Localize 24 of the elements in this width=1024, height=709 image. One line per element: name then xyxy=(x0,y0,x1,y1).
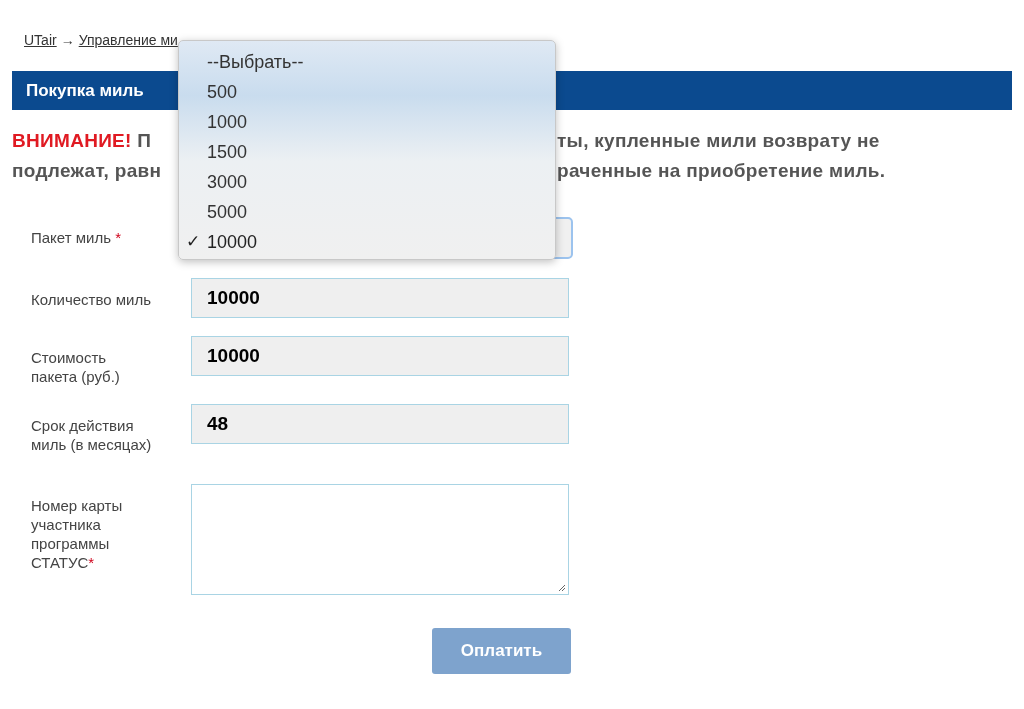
readonly-field[interactable]: 10000 xyxy=(191,278,569,318)
breadcrumb-separator: → xyxy=(60,30,75,50)
readonly-field[interactable]: 48 xyxy=(191,404,569,444)
warning-text: раченные на приобретение миль. xyxy=(557,159,886,183)
dropdown-option[interactable]: 5000 xyxy=(179,197,555,227)
dropdown-option[interactable]: 1000 xyxy=(179,107,555,137)
field-label: Количество миль xyxy=(31,290,152,310)
dropdown-option[interactable]: 500 xyxy=(179,77,555,107)
dropdown-option[interactable]: ✓ 10000 xyxy=(179,227,555,257)
warning-text: ты, купленные мили возврату не xyxy=(557,129,880,153)
field-label: Пакет миль * xyxy=(31,227,122,248)
warning-text: ВНИМАНИЕ! П xyxy=(12,130,152,151)
dropdown-option[interactable]: 1500 xyxy=(179,137,555,167)
dropdown-option[interactable]: 3000 xyxy=(179,167,555,197)
breadcrumb-link[interactable]: UTair xyxy=(24,29,57,51)
field-label: Срок действия миль (в месяцах) xyxy=(31,416,153,454)
warning-text: подлежат, равн xyxy=(12,160,162,181)
field-label: Номер карты участника программы СТАТУС* xyxy=(31,496,124,573)
resize-grip-icon xyxy=(558,584,566,592)
check-icon: ✓ xyxy=(186,229,200,255)
card-number-field[interactable] xyxy=(191,484,569,595)
readonly-field[interactable]: 10000 xyxy=(191,336,569,376)
field-label: Стоимость пакета (руб.) xyxy=(31,348,121,386)
breadcrumb-link[interactable]: Управление ми xyxy=(78,29,178,51)
